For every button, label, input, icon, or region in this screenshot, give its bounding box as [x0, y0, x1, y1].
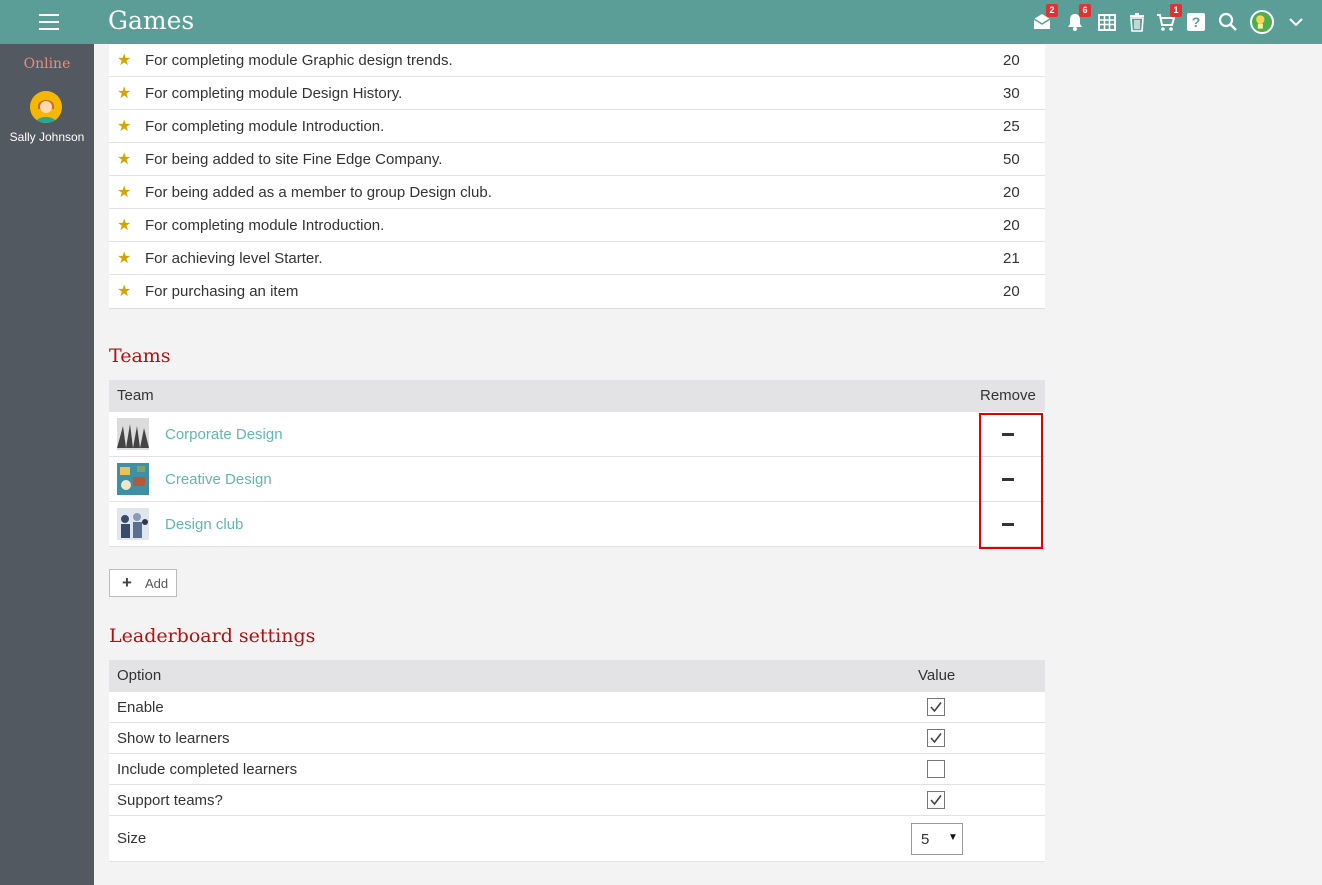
calendar-icon[interactable] — [1097, 12, 1117, 32]
add-team-button[interactable]: + Add — [109, 569, 177, 597]
points-description: For completing module Introduction. — [145, 118, 385, 135]
messages-badge: 2 — [1046, 4, 1058, 17]
points-value: 30 — [1003, 85, 1020, 102]
points-description: For being added to site Fine Edge Compan… — [145, 151, 443, 168]
option-row-enable: Enable — [109, 692, 1045, 723]
option-label: Size — [117, 830, 147, 847]
team-thumbnail — [117, 463, 149, 495]
user-avatar[interactable] — [1250, 10, 1274, 34]
option-label: Show to learners — [117, 730, 230, 747]
plus-icon: + — [122, 573, 132, 592]
remove-team-button[interactable] — [1002, 523, 1014, 526]
teams-title: Teams — [109, 345, 171, 367]
option-label: Support teams? — [117, 792, 223, 809]
search-icon[interactable] — [1218, 12, 1238, 32]
include-completed-checkbox[interactable] — [927, 760, 945, 778]
sidebar: Online Sally Johnson — [0, 44, 94, 885]
leaderboard-title: Leaderboard settings — [109, 625, 316, 647]
points-value: 20 — [1003, 184, 1020, 201]
team-link-corporate-design[interactable]: Corporate Design — [165, 426, 283, 443]
col-value: Value — [918, 667, 956, 684]
star-icon: ★ — [117, 52, 132, 69]
points-value: 25 — [1003, 118, 1020, 135]
star-icon: ★ — [117, 118, 132, 135]
col-remove: Remove — [980, 387, 1036, 404]
notifications-icon[interactable]: 6 — [1065, 4, 1091, 32]
option-row-size: Size 5 ▼ — [109, 816, 1045, 862]
points-value: 50 — [1003, 151, 1020, 168]
online-status: Online — [23, 56, 71, 72]
table-row: ★ For being added as a member to group De… — [109, 176, 1045, 209]
star-icon: ★ — [117, 85, 132, 102]
points-description: For purchasing an item — [145, 283, 299, 300]
star-icon: ★ — [117, 184, 132, 201]
menu-icon[interactable] — [39, 14, 59, 30]
points-description: For completing module Graphic design tre… — [145, 52, 453, 69]
chevron-down-icon[interactable] — [1286, 12, 1306, 32]
messages-icon[interactable]: 2 — [1032, 4, 1058, 32]
option-row-include-completed: Include completed learners — [109, 754, 1045, 785]
star-icon: ★ — [117, 217, 132, 234]
points-description: For completing module Design History. — [145, 85, 403, 102]
size-select[interactable]: 5 ▼ — [911, 823, 963, 855]
col-option: Option — [117, 667, 162, 684]
points-description: For being added as a member to group Des… — [145, 184, 492, 201]
option-row-support-teams: Support teams? — [109, 785, 1045, 816]
team-row: Corporate Design — [109, 412, 1045, 457]
cart-icon[interactable]: 1 — [1156, 4, 1182, 32]
option-label: Include completed learners — [117, 761, 298, 778]
points-value: 20 — [1003, 283, 1020, 300]
points-table: ★ For completing module Graphic design tr… — [109, 44, 1045, 309]
points-value: 21 — [1003, 250, 1020, 267]
help-icon[interactable]: ? — [1186, 12, 1206, 32]
teams-table-header: Team Remove — [109, 380, 1045, 412]
star-icon: ★ — [117, 250, 132, 267]
leaderboard-table-header: Option Value — [109, 660, 1045, 692]
cart-badge: 1 — [1170, 4, 1182, 17]
table-row: ★ For completing module Graphic design tr… — [109, 44, 1045, 77]
svg-text:?: ? — [1192, 14, 1201, 30]
star-icon: ★ — [117, 283, 132, 300]
team-link-design-club[interactable]: Design club — [165, 516, 243, 533]
option-label: Enable — [117, 699, 164, 716]
option-row-show-to-learners: Show to learners — [109, 723, 1045, 754]
avatar[interactable] — [30, 91, 62, 123]
team-thumbnail — [117, 418, 149, 450]
trash-icon[interactable] — [1127, 12, 1147, 32]
table-row: ★ For purchasing an item 20 — [109, 275, 1045, 308]
team-row: Creative Design — [109, 457, 1045, 502]
table-row: ★ For completing module Design History. 30 — [109, 77, 1045, 110]
points-value: 20 — [1003, 52, 1020, 69]
top-bar: Games 2 6 1 ? — [0, 0, 1322, 44]
col-team: Team — [117, 387, 154, 404]
team-link-creative-design[interactable]: Creative Design — [165, 471, 272, 488]
table-row: ★ For completing module Introduction. 25 — [109, 110, 1045, 143]
add-label: Add — [145, 576, 169, 591]
user-name: Sally Johnson — [9, 130, 85, 144]
table-row: ★ For completing module Introduction. 20 — [109, 209, 1045, 242]
size-value: 5 — [921, 831, 930, 848]
show-to-learners-checkbox[interactable] — [927, 729, 945, 747]
star-icon: ★ — [117, 151, 132, 168]
notifications-badge: 6 — [1079, 4, 1091, 17]
enable-checkbox[interactable] — [927, 698, 945, 716]
points-description: For achieving level Starter. — [145, 250, 323, 267]
caret-down-icon: ▼ — [948, 832, 958, 843]
team-thumbnail — [117, 508, 149, 540]
support-teams-checkbox[interactable] — [927, 791, 945, 809]
points-value: 20 — [1003, 217, 1020, 234]
points-description: For completing module Introduction. — [145, 217, 385, 234]
remove-team-button[interactable] — [1002, 433, 1014, 436]
page-title: Games — [108, 6, 195, 35]
table-row: ★ For achieving level Starter. 21 — [109, 242, 1045, 275]
remove-team-button[interactable] — [1002, 478, 1014, 481]
team-row: Design club — [109, 502, 1045, 547]
table-row: ★ For being added to site Fine Edge Compa… — [109, 143, 1045, 176]
